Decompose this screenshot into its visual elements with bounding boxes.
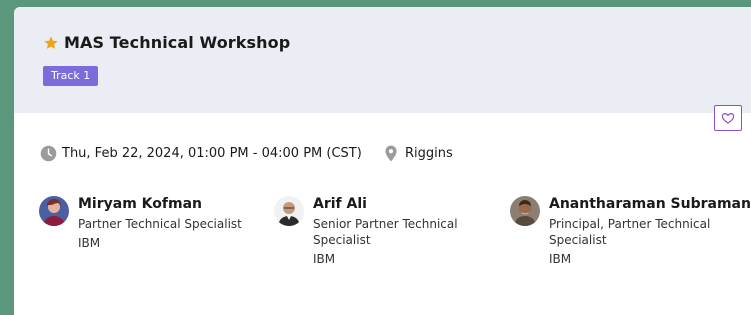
session-card: MAS Technical Workshop Track 1 Thu, Feb … bbox=[14, 7, 751, 315]
favorite-button[interactable] bbox=[714, 105, 742, 131]
track-badge[interactable]: Track 1 bbox=[43, 66, 99, 86]
location-text: Riggins bbox=[405, 146, 453, 161]
session-datetime: Thu, Feb 22, 2024, 01:00 PM - 04:00 PM (… bbox=[40, 145, 362, 162]
speaker-org: IBM bbox=[313, 252, 336, 266]
session-location: Riggins bbox=[384, 145, 453, 162]
clock-icon bbox=[40, 145, 57, 162]
speaker-info: Arif Ali Senior Partner Technical Specia… bbox=[313, 195, 468, 267]
heart-icon bbox=[721, 113, 735, 124]
speaker-info: Anantharaman Subramani... Principal, Par… bbox=[549, 195, 751, 267]
speaker-name: Anantharaman Subramani... bbox=[549, 196, 751, 212]
session-header: MAS Technical Workshop Track 1 bbox=[14, 7, 751, 113]
speaker-card[interactable]: Miryam Kofman Partner Technical Speciali… bbox=[39, 195, 242, 251]
speaker-role: Principal, Partner Technical Specialist bbox=[549, 217, 711, 247]
avatar bbox=[510, 196, 540, 226]
star-icon bbox=[44, 35, 58, 49]
speaker-card[interactable]: Anantharaman Subramani... Principal, Par… bbox=[510, 195, 751, 267]
speaker-info: Miryam Kofman Partner Technical Speciali… bbox=[78, 195, 242, 251]
title-row: MAS Technical Workshop bbox=[43, 33, 290, 52]
speaker-org: IBM bbox=[549, 252, 572, 266]
speaker-org: IBM bbox=[78, 236, 101, 250]
avatar bbox=[39, 196, 69, 226]
speaker-name: Miryam Kofman bbox=[78, 196, 202, 212]
speaker-card[interactable]: Arif Ali Senior Partner Technical Specia… bbox=[274, 195, 468, 267]
speaker-role: Partner Technical Specialist bbox=[78, 217, 242, 231]
speaker-name: Arif Ali bbox=[313, 196, 367, 212]
map-pin-icon bbox=[385, 145, 397, 162]
avatar bbox=[274, 196, 304, 226]
session-title: MAS Technical Workshop bbox=[64, 33, 291, 52]
datetime-text: Thu, Feb 22, 2024, 01:00 PM - 04:00 PM (… bbox=[62, 146, 362, 161]
speaker-role: Senior Partner Technical Specialist bbox=[313, 217, 458, 247]
